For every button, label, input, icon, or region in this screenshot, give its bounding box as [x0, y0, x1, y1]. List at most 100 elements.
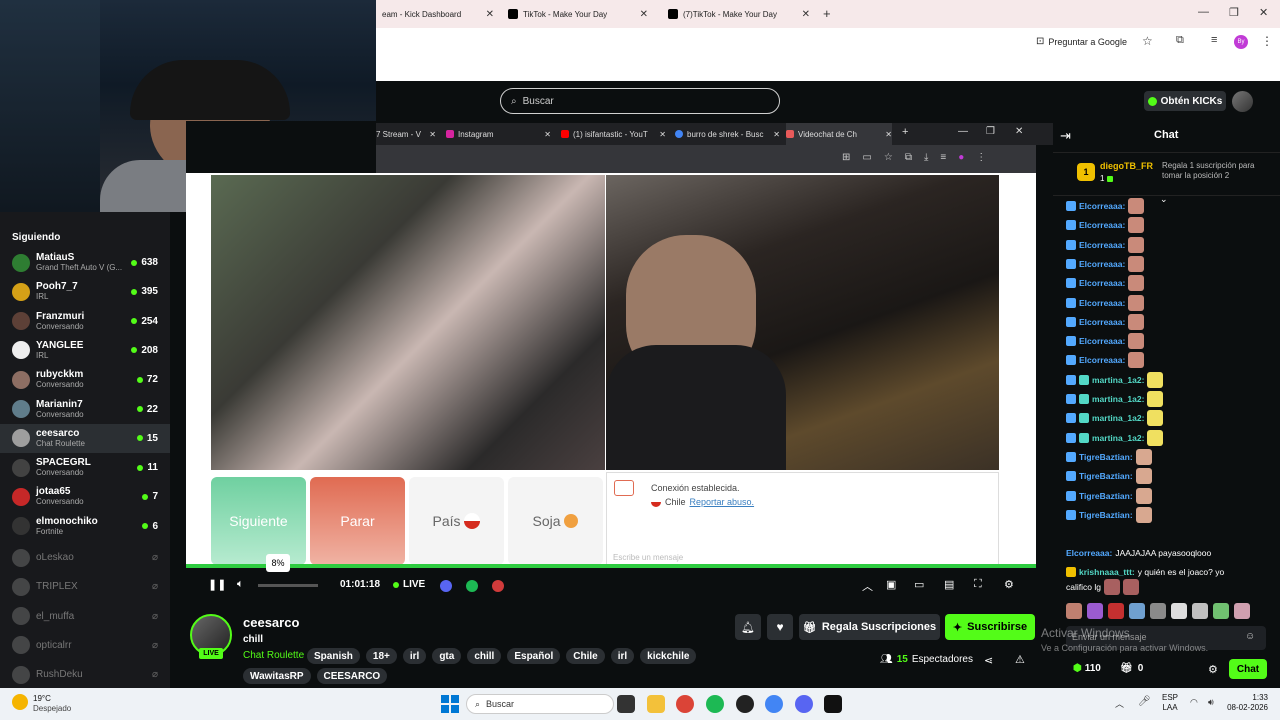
chat-username[interactable]: Elcorreaaa:: [1079, 220, 1125, 230]
search-input[interactable]: ⌕ Buscar: [500, 88, 780, 114]
extensions-icon[interactable]: ⧉: [905, 152, 912, 163]
taskbar-search[interactable]: ⌕ Buscar: [466, 694, 614, 714]
emote-icon[interactable]: [1150, 603, 1166, 619]
sidebar-item-offline[interactable]: oLeskao ⌀: [0, 543, 170, 572]
stream-category[interactable]: Chat Roulette: [243, 650, 304, 661]
gift-subs-button[interactable]: 🎁︎ Regala Suscripciones: [799, 614, 940, 640]
report-abuse-link[interactable]: Reportar abuso.: [690, 497, 755, 507]
share-icon[interactable]: ⋖: [984, 654, 993, 667]
tag[interactable]: irl: [402, 648, 427, 664]
sidebar-item-franzmuri[interactable]: Franzmuri Conversando 254: [0, 307, 170, 336]
emote-icon[interactable]: [1129, 603, 1145, 619]
chat-settings-icon[interactable]: ⚙: [1208, 663, 1218, 676]
browser-tab[interactable]: (7)TikTok - Make Your Day ✕: [662, 2, 816, 26]
inner-tab[interactable]: 7 Stream - V ✕: [376, 123, 436, 145]
inner-minimize-button[interactable]: —: [958, 126, 968, 137]
reading-list-icon[interactable]: ≡: [1211, 34, 1217, 46]
sidebar-item-elmonochiko[interactable]: elmonochiko Fortnite 6: [0, 512, 170, 541]
pause-icon[interactable]: ❚❚: [208, 578, 226, 591]
inner-new-tab-button[interactable]: +: [902, 126, 908, 138]
clip-icon[interactable]: ▤: [944, 578, 954, 591]
tag[interactable]: kickchile: [640, 648, 697, 664]
emote-icon[interactable]: [1066, 603, 1082, 619]
chat-username[interactable]: TigreBaztian:: [1079, 491, 1133, 501]
emote-icon[interactable]: [1171, 603, 1187, 619]
chat-send-button[interactable]: Chat: [1229, 659, 1267, 679]
epic-games-icon[interactable]: [824, 695, 842, 713]
emoji-icon[interactable]: ☺: [1245, 631, 1255, 642]
channel-name[interactable]: ceesarco: [243, 615, 299, 630]
inner-tab[interactable]: (1) isifantastic - YouT ✕: [561, 123, 666, 145]
inner-tab[interactable]: Instagram ✕: [446, 123, 551, 145]
theater-icon[interactable]: ▭: [914, 578, 924, 591]
tray-chevron-icon[interactable]: ︿: [1115, 697, 1124, 710]
collapse-chat-icon[interactable]: ⇥: [1060, 128, 1071, 144]
sidebar-item-pooh7_7[interactable]: Pooh7_7 IRL 395: [0, 277, 170, 306]
profile-icon[interactable]: ●: [958, 152, 964, 163]
sidebar-item-yanglee[interactable]: YANGLEE IRL 208: [0, 336, 170, 365]
chat-username[interactable]: krishnaaa_ttt:: [1079, 567, 1135, 577]
menu-kebab-icon[interactable]: ⋮: [1261, 34, 1273, 48]
translate-icon[interactable]: ⊞: [842, 152, 850, 163]
inner-tab[interactable]: burro de shrek - Busc ✕: [675, 123, 780, 145]
tag[interactable]: Spanish: [307, 648, 360, 664]
taskbar-clock[interactable]: 1:33 08-02-2026: [1222, 693, 1268, 713]
soy-button[interactable]: Soja: [508, 477, 603, 565]
tag[interactable]: WawitasRP: [243, 668, 311, 684]
chat-username[interactable]: martina_1a2:: [1092, 375, 1144, 385]
ask-google-button[interactable]: ⊡ Preguntar a Google: [1036, 36, 1127, 47]
chat-username[interactable]: Elcorreaaa:: [1079, 317, 1125, 327]
chevron-up-icon[interactable]: ︿: [862, 578, 873, 594]
fullscreen-icon[interactable]: ⛶: [974, 578, 982, 591]
emote-icon[interactable]: [1213, 603, 1229, 619]
volume-icon[interactable]: 🔈︎: [237, 578, 244, 591]
tag[interactable]: 18+: [365, 648, 397, 664]
gift-balance[interactable]: 🎁︎ 0: [1120, 663, 1143, 674]
chat-username[interactable]: Elcorreaaa:: [1079, 259, 1125, 269]
inner-close-button[interactable]: ✕: [1015, 126, 1023, 137]
chat-username[interactable]: martina_1a2:: [1092, 413, 1144, 423]
pinned-user[interactable]: diegoTB_FR: [1100, 161, 1153, 171]
close-window-button[interactable]: ✕: [1259, 6, 1268, 19]
sidebar-item-spacegrl[interactable]: SPACEGRL Conversando 11: [0, 453, 170, 482]
volume-slider[interactable]: [258, 584, 318, 587]
chat-username[interactable]: TigreBaztian:: [1079, 471, 1133, 481]
chat-username[interactable]: Elcorreaaa:: [1079, 201, 1125, 211]
emote-icon[interactable]: [1192, 603, 1208, 619]
profile-avatar[interactable]: By: [1234, 35, 1248, 49]
sidebar-item-jotaa65[interactable]: jotaa65 Conversando 7: [0, 482, 170, 511]
sidebar-item-ceesarco[interactable]: ceesarco Chat Roulette 15: [0, 423, 170, 453]
chat-username[interactable]: Elcorreaaa:: [1079, 355, 1125, 365]
cast-icon[interactable]: ▭: [862, 152, 871, 163]
inner-tab-active[interactable]: Videochat de Ch ✕: [786, 123, 892, 145]
chat-username[interactable]: TigreBaztian:: [1079, 452, 1133, 462]
kicks-balance[interactable]: ⬢ 110: [1073, 663, 1101, 674]
sidebar-item-offline[interactable]: TRIPLEX ⌀: [0, 572, 170, 601]
chevron-down-icon[interactable]: ⌄: [1160, 194, 1168, 205]
close-icon[interactable]: ✕: [640, 9, 648, 20]
discord-icon[interactable]: [795, 695, 813, 713]
chat-username[interactable]: Elcorreaaa:: [1079, 298, 1125, 308]
chat-username[interactable]: martina_1a2:: [1092, 394, 1144, 404]
settings-icon[interactable]: ⚙: [1004, 578, 1014, 591]
microphone-icon[interactable]: 🎤︎: [1138, 696, 1151, 707]
pip-icon[interactable]: ▣: [886, 578, 896, 591]
tag[interactable]: irl: [610, 648, 635, 664]
tag[interactable]: chill: [467, 648, 502, 664]
maximize-button[interactable]: ❐: [1229, 6, 1239, 19]
get-kicks-button[interactable]: Obtén KICKs: [1144, 91, 1226, 111]
emote-icon[interactable]: [1234, 603, 1250, 619]
tag[interactable]: CEESARCO: [316, 668, 388, 684]
sidebar-item-rubyckkm[interactable]: rubyckkm Conversando 72: [0, 365, 170, 394]
follow-heart-button[interactable]: ♥: [767, 614, 793, 640]
chat-username[interactable]: Elcorreaaa:: [1079, 240, 1125, 250]
chrome-icon[interactable]: [676, 695, 694, 713]
emote-icon[interactable]: [1087, 603, 1103, 619]
sidebar-item-offline[interactable]: el_muffa ⌀: [0, 602, 170, 631]
chat-username[interactable]: Elcorreaaa:: [1079, 336, 1125, 346]
bell-icon[interactable]: 🔔︎: [735, 614, 761, 640]
obs-icon[interactable]: [736, 695, 754, 713]
minimize-button[interactable]: —: [1198, 6, 1209, 18]
download-icon[interactable]: ⤓: [924, 152, 928, 163]
browser-tab[interactable]: TikTok - Make Your Day ✕: [502, 2, 654, 26]
